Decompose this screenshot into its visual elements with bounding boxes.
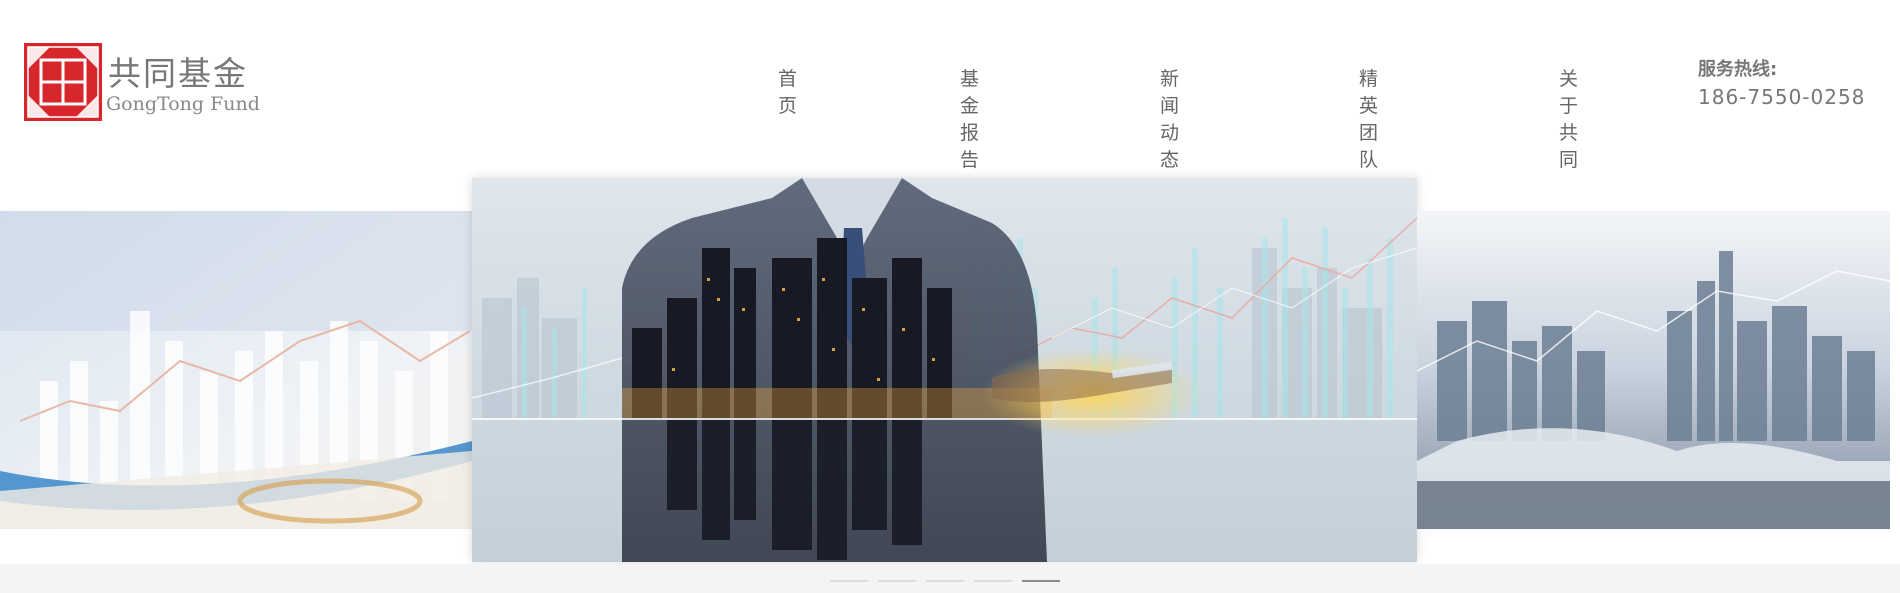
brand-name-cn: 共同基金 — [108, 54, 248, 93]
site-header: 共同基金 GongTong Fund 首页 基金报告 新闻动态 精英团队 关于共… — [0, 0, 1900, 171]
banner-image-blue-city — [1417, 211, 1890, 529]
banner-pager-strip — [0, 564, 1900, 593]
carousel-pager — [830, 580, 1060, 582]
brand-name-en: GongTong Fund — [106, 93, 260, 115]
nav-item-home[interactable]: 首页 — [778, 64, 797, 118]
nav-item-elite-team[interactable]: 精英团队 — [1359, 64, 1378, 172]
pager-dot-5-active[interactable] — [1022, 580, 1060, 582]
pager-dot-4[interactable] — [974, 580, 1012, 582]
hotline: 服务热线: 186-7550-0258 — [1698, 55, 1865, 109]
nav-item-about[interactable]: 关于共同 — [1559, 64, 1578, 172]
banner-carousel[interactable] — [0, 178, 1900, 564]
logo-icon[interactable] — [24, 43, 102, 121]
banner-slide-active[interactable] — [472, 178, 1417, 562]
pager-dot-3[interactable] — [926, 580, 964, 582]
banner-image-charts — [0, 211, 472, 529]
banner-slide-previous[interactable] — [0, 211, 472, 529]
banner-slide-next[interactable] — [1417, 211, 1890, 529]
pager-dot-1[interactable] — [830, 580, 868, 582]
pager-dot-2[interactable] — [878, 580, 916, 582]
hotline-number[interactable]: 186-7550-0258 — [1698, 85, 1865, 109]
nav-item-fund-reports[interactable]: 基金报告 — [960, 64, 979, 172]
hotline-label: 服务热线: — [1698, 59, 1778, 80]
nav-item-news[interactable]: 新闻动态 — [1160, 64, 1179, 172]
banner-image-businessman-city — [472, 178, 1417, 562]
